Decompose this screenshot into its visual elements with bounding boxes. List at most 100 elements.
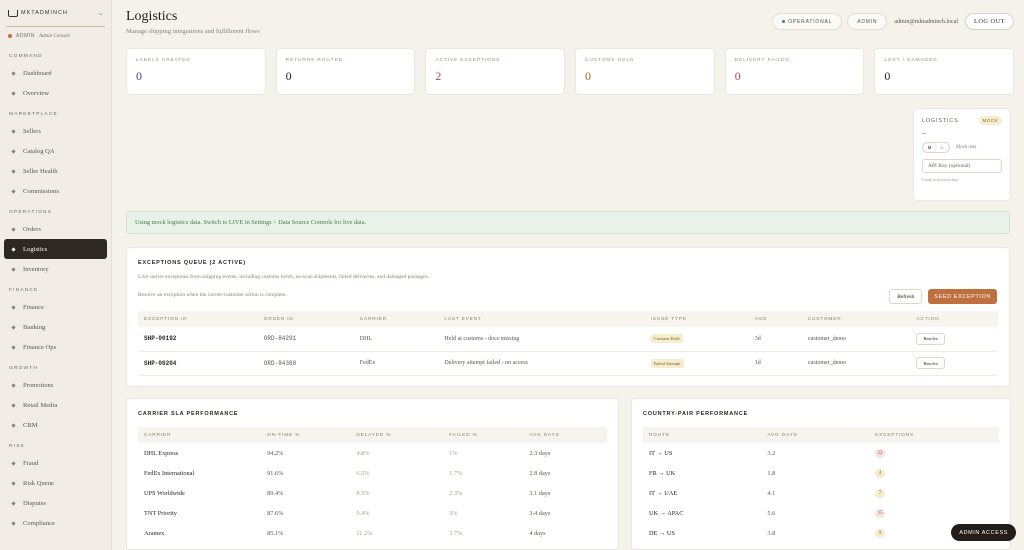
- sidebar-item-label: Finance: [23, 303, 44, 311]
- sidebar-item-label: Dashboard: [23, 69, 52, 77]
- main-content: Logistics Manage shipping integrations a…: [112, 0, 1024, 550]
- diamond-icon: [11, 520, 16, 526]
- api-key-input[interactable]: API Key (optional): [922, 159, 1002, 173]
- data-source-title: LOGISTICS: [922, 117, 959, 124]
- status-dot-icon: [782, 20, 786, 23]
- route: IT → UAE: [649, 489, 678, 497]
- admin-pill: ADMIN: [847, 13, 888, 30]
- sidebar-nav: COMMAND Dashboard Overview MARKETPLACE Selle…: [0, 54, 111, 533]
- kpi-card-lost-damaged: LOST / DAMAGED 0: [874, 48, 1015, 95]
- sidebar-item-inventory[interactable]: Inventory: [4, 259, 107, 279]
- sidebar-item-label: Disputes: [23, 499, 47, 507]
- kpi-value: 0: [136, 69, 142, 83]
- sla-cell-carrier: DHL Express: [144, 449, 179, 457]
- sidebar-item-risk-queue[interactable]: Risk Queue: [4, 473, 107, 493]
- sla-cell-on-time: 91.6%: [267, 469, 284, 477]
- column-header-customer: CUSTOMER: [801, 311, 911, 327]
- admin-access-button[interactable]: ADMIN ACCESS: [951, 524, 1016, 541]
- page-title: Logistics: [126, 9, 178, 24]
- seed-exception-button[interactable]: SEED EXCEPTION: [928, 289, 997, 304]
- role-dot-icon: [8, 34, 12, 38]
- kpi-label: CUSTOMS HOLD: [585, 58, 635, 63]
- data-source-hint: Using local mock data: [922, 177, 958, 182]
- kpi-card-returns-routed: RETURNS ROUTED 0: [275, 48, 416, 95]
- sidebar-item-seller-health[interactable]: Seller Health: [4, 161, 107, 181]
- brand[interactable]: MKTADMINCH ⌄: [0, 0, 111, 26]
- sidebar-item-crm[interactable]: CRM: [4, 415, 107, 435]
- column-header-avg-days: AVG DAYS: [523, 427, 607, 443]
- sidebar-item-dashboard[interactable]: Dashboard: [4, 63, 107, 83]
- sidebar-item-label: Logistics: [23, 245, 48, 253]
- toggle-live[interactable]: L: [936, 143, 949, 152]
- sla-cell-avg-days: 3.4 days: [529, 509, 551, 517]
- sidebar-item-finance[interactable]: Finance: [4, 297, 107, 317]
- sla-cell-delayed: 6.5%: [356, 469, 370, 477]
- sidebar-item-disputes[interactable]: Disputes: [4, 493, 107, 513]
- sidebar-item-catalog-qa[interactable]: Catalog QA: [4, 141, 107, 161]
- sidebar-item-label: Orders: [23, 225, 41, 233]
- brand-name: MKTADMINCH: [21, 10, 68, 16]
- sla-cell-on-time: 85.1%: [267, 529, 284, 537]
- kpi-value: 0: [884, 69, 891, 83]
- sidebar-item-sellers[interactable]: Sellers: [4, 121, 107, 141]
- country-pair-title: COUNTRY-PAIR PERFORMANCE: [643, 411, 749, 417]
- sidebar-item-retail-media[interactable]: Retail Media: [4, 395, 107, 415]
- exceptions-desc2: Resolve an exception when the carrier/cu…: [138, 292, 287, 298]
- resolve-button[interactable]: Resolve: [916, 357, 945, 369]
- sla-cell-on-time: 89.4%: [267, 489, 284, 497]
- issue-type-cell: Failed Attempt: [644, 351, 749, 376]
- exceptions-count-badge: 15: [875, 508, 886, 518]
- table-row: Aramex 85.1% 11.2% 3.7% 4 days: [138, 523, 607, 543]
- sidebar-item-overview[interactable]: Overview: [4, 83, 107, 103]
- column-header-last-event: LAST EVENT: [438, 311, 645, 327]
- data-mode-toggle[interactable]: M L: [922, 142, 950, 153]
- admin-pill-label: ADMIN: [857, 18, 878, 25]
- exceptions-count-badge: 4: [875, 468, 886, 478]
- sidebar-item-label: Promotions: [23, 381, 54, 389]
- nav-section-command: COMMAND: [9, 54, 43, 59]
- table-row: UK → APAC 5.6 15: [643, 503, 999, 523]
- sidebar-item-label: CRM: [23, 421, 38, 429]
- sla-cell-avg-days: 2.3 days: [529, 449, 551, 457]
- diamond-icon: [11, 188, 16, 194]
- sidebar-item-promotions[interactable]: Promotions: [4, 375, 107, 395]
- sla-cell-failed: 3%: [449, 509, 458, 517]
- resolve-button[interactable]: Resolve: [916, 332, 945, 345]
- carrier-sla-panel: CARRIER SLA PERFORMANCE CARRIER ON-TIME %…: [126, 398, 619, 550]
- sidebar-item-compliance[interactable]: Compliance: [4, 513, 107, 533]
- sidebar-item-logistics[interactable]: Logistics: [4, 239, 107, 259]
- sla-cell-delayed: 4.8%: [356, 449, 370, 457]
- logout-button[interactable]: LOG OUT: [965, 13, 1014, 30]
- refresh-button[interactable]: Refresh: [889, 289, 923, 304]
- kpi-card-labels-created: LABELS CREATED 0: [126, 48, 266, 95]
- chevron-down-icon[interactable]: ⌄: [98, 10, 103, 17]
- status-pill: OPERATIONAL: [772, 13, 843, 30]
- role-label: ADMIN: [16, 33, 36, 39]
- exceptions-panel: EXCEPTIONS QUEUE (2 ACTIVE) Live carrier…: [126, 247, 1010, 387]
- age: 3d: [748, 327, 802, 352]
- table-row: FedEx International 91.6% 6.5% 1.7% 2.8 days: [138, 463, 607, 483]
- toggle-mock[interactable]: M: [923, 143, 936, 152]
- user-email: admin@mktadminch.local: [894, 18, 959, 25]
- diamond-icon: [11, 266, 16, 272]
- customer: customer_demo: [801, 351, 911, 376]
- sidebar-item-label: Seller Health: [23, 167, 58, 175]
- sidebar-item-finance-ops[interactable]: Finance Ops: [4, 337, 107, 357]
- diamond-icon: [11, 480, 16, 486]
- sidebar-item-fraud[interactable]: Fraud: [4, 453, 107, 473]
- nav-section-marketplace: MARKETPLACE: [9, 112, 58, 117]
- sla-cell-failed: 3.7%: [449, 529, 463, 537]
- divider: [922, 133, 926, 134]
- sla-cell-avg-days: 4 days: [529, 529, 546, 537]
- data-source-card: LOGISTICS MOCK M L Mock data API Key (op…: [913, 108, 1011, 201]
- table-row: SHP-00192 ORD-84291 DHL Held at customs - d…: [138, 327, 998, 352]
- sidebar-item-banking[interactable]: Banking: [4, 317, 107, 337]
- sidebar-item-commissions[interactable]: Commissions: [4, 181, 107, 201]
- sidebar-item-orders[interactable]: Orders: [4, 219, 107, 239]
- exceptions-table: EXCEPTION ID ORDER ID CARRIER LAST EVENT ISS…: [138, 311, 998, 376]
- diamond-icon: [11, 246, 16, 252]
- diamond-icon: [11, 226, 16, 232]
- column-header-exception-id: EXCEPTION ID: [138, 311, 258, 327]
- route: FR → UK: [649, 469, 676, 477]
- exception-id: SHP-00204: [138, 351, 258, 376]
